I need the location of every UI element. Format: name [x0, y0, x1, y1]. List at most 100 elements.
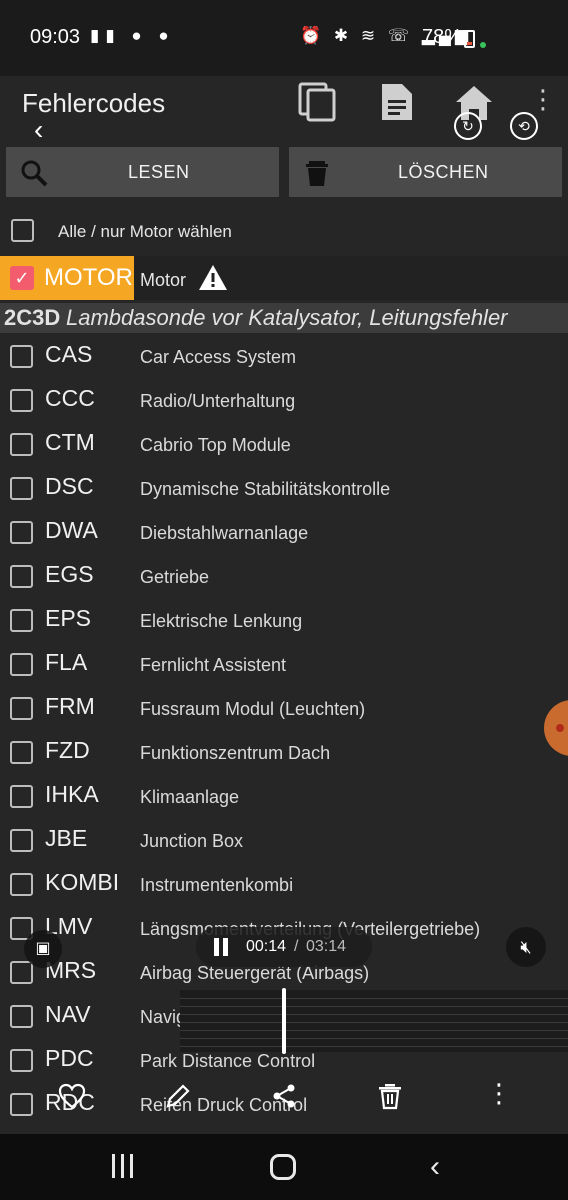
module-description: Car Access System	[140, 347, 297, 367]
module-description: Park Distance Control	[140, 1051, 316, 1071]
module-row[interactable]: CCC Radio/Unterhaltung	[0, 378, 568, 422]
status-time: 09:03	[30, 26, 81, 48]
select-all-checkbox[interactable]	[11, 219, 34, 242]
module-row-motor[interactable]: ✓ MOTOR Motor	[0, 256, 568, 300]
module-description: Diebstahlwarnanlage	[140, 523, 309, 543]
back-button-icon[interactable]: ‹	[430, 1150, 440, 1184]
module-description: Klimaanlage	[140, 787, 240, 807]
module-checkbox[interactable]	[10, 345, 33, 368]
module-checkbox[interactable]	[10, 433, 33, 456]
home-button-icon[interactable]	[270, 1154, 296, 1180]
module-row[interactable]: FLA Fernlicht Assistent	[0, 642, 568, 686]
module-row[interactable]: JBE Junction Box	[0, 818, 568, 862]
module-checkbox[interactable]	[10, 1049, 33, 1072]
module-checkbox[interactable]	[10, 873, 33, 896]
module-code: EGS	[45, 561, 94, 587]
gallery-action-bar: ⋮	[0, 1072, 568, 1132]
module-checkbox[interactable]	[10, 829, 33, 852]
motor-highlight: ✓ MOTOR	[0, 256, 134, 300]
battery-level: 78%	[422, 26, 463, 48]
notification-icons: ▮▮ ● ●	[90, 26, 175, 45]
module-description: Dynamische Stabilitätskontrolle	[140, 479, 391, 499]
back-arrow-icon[interactable]: ‹	[34, 114, 43, 146]
module-checkbox[interactable]	[10, 609, 33, 632]
module-row[interactable]: KOMBI Instrumentenkombi	[0, 862, 568, 906]
screen-capture-icon[interactable]: ▣	[24, 930, 62, 968]
total-time: 03:14	[306, 938, 347, 955]
pause-icon[interactable]	[212, 938, 230, 956]
status-bar: 09:03 ▮▮ ● ● ⏰ ✱ ≋ ☏ ▂▄▆ 78%	[0, 0, 568, 76]
pencil-icon[interactable]	[164, 1082, 192, 1110]
module-checkbox[interactable]	[10, 741, 33, 764]
module-row[interactable]: IHKA Klimaanlage	[0, 774, 568, 818]
page-title: Fehlercodes	[22, 88, 166, 118]
rotate-screen-icon[interactable]: ↻	[454, 112, 482, 140]
module-row[interactable]: CTM Cabrio Top Module	[0, 422, 568, 466]
module-description: Cabrio Top Module	[140, 435, 291, 455]
read-button-label: LESEN	[128, 162, 190, 182]
module-checkbox[interactable]	[10, 1005, 33, 1028]
module-code: KOMBI	[45, 869, 120, 895]
module-description: Getriebe	[140, 567, 210, 587]
current-time: 00:14	[246, 938, 287, 955]
module-checkbox[interactable]	[10, 785, 33, 808]
module-checkbox[interactable]	[10, 653, 33, 676]
share-icon[interactable]	[270, 1082, 298, 1110]
timeline-playhead[interactable]	[282, 988, 286, 1054]
module-code: CCC	[45, 385, 95, 411]
auto-rotate-icon[interactable]: ⟲	[510, 112, 538, 140]
more-options-icon[interactable]: ⋮	[486, 1078, 512, 1109]
module-row[interactable]: DSC Dynamische Stabilitätskontrolle	[0, 466, 568, 510]
select-all-label: Alle / nur Motor wählen	[58, 222, 232, 241]
delete-button-label: LÖSCHEN	[398, 162, 489, 182]
heart-icon[interactable]	[58, 1082, 86, 1110]
privacy-indicator	[480, 42, 486, 48]
mute-icon[interactable]: 🔇︎	[506, 927, 546, 967]
module-code: CTM	[45, 429, 95, 455]
module-row[interactable]: FZD Funktionszentrum Dach	[0, 730, 568, 774]
app-bar: Fehlercodes ‹ ⋮ ↻ ⟲	[0, 76, 568, 146]
module-checkbox[interactable]	[10, 697, 33, 720]
fault-code: 2C3D	[4, 305, 61, 330]
read-button[interactable]: LESEN	[6, 147, 279, 197]
module-checkbox[interactable]	[10, 961, 33, 984]
module-code: FRM	[45, 693, 95, 719]
system-nav-bar: ‹	[0, 1134, 568, 1200]
overflow-menu-icon[interactable]: ⋮	[530, 84, 556, 115]
warning-icon	[199, 265, 227, 290]
module-row[interactable]: EPS Elektrische Lenkung	[0, 598, 568, 642]
module-row[interactable]: DWA Diebstahlwarnanlage	[0, 510, 568, 554]
module-checkbox[interactable]	[10, 477, 33, 500]
module-checkbox[interactable]	[10, 521, 33, 544]
module-description: Instrumentenkombi	[140, 875, 294, 895]
trash-icon	[306, 161, 328, 186]
module-row[interactable]: FRM Fussraum Modul (Leuchten)	[0, 686, 568, 730]
document-icon[interactable]	[378, 82, 418, 122]
time-separator: /	[294, 938, 299, 955]
search-icon	[21, 160, 48, 187]
module-row[interactable]: EGS Getriebe	[0, 554, 568, 598]
module-code: EPS	[45, 605, 92, 631]
module-description: Radio/Unterhaltung	[140, 391, 296, 411]
module-code: CAS	[45, 341, 93, 367]
fault-code-row: 2C3D Lambdasonde vor Katalysator, Leitun…	[0, 303, 568, 333]
video-timeline-thumbnails[interactable]	[180, 990, 568, 1052]
select-all-row[interactable]: Alle / nur Motor wählen	[0, 207, 568, 255]
module-description: Fussraum Modul (Leuchten)	[140, 699, 366, 719]
fault-description: Lambdasonde vor Katalysator, Leitungsfeh…	[66, 305, 508, 330]
module-code: MOTOR	[44, 264, 133, 291]
video-controls: 00:14 / 03:14	[196, 927, 372, 967]
module-row[interactable]: CAS Car Access System	[0, 334, 568, 378]
module-checkbox[interactable]	[10, 565, 33, 588]
module-code: DWA	[45, 517, 98, 543]
module-description: Junction Box	[140, 831, 244, 851]
module-checkbox[interactable]	[10, 389, 33, 412]
module-code: IHKA	[45, 781, 99, 807]
motor-checkbox[interactable]: ✓	[10, 266, 34, 290]
module-description: Funktionszentrum Dach	[140, 743, 331, 763]
module-code: FLA	[45, 649, 88, 675]
delete-button[interactable]: LÖSCHEN	[289, 147, 562, 197]
copy-icon[interactable]	[298, 82, 338, 122]
recent-apps-icon[interactable]	[110, 1154, 136, 1178]
delete-icon[interactable]	[376, 1082, 404, 1110]
